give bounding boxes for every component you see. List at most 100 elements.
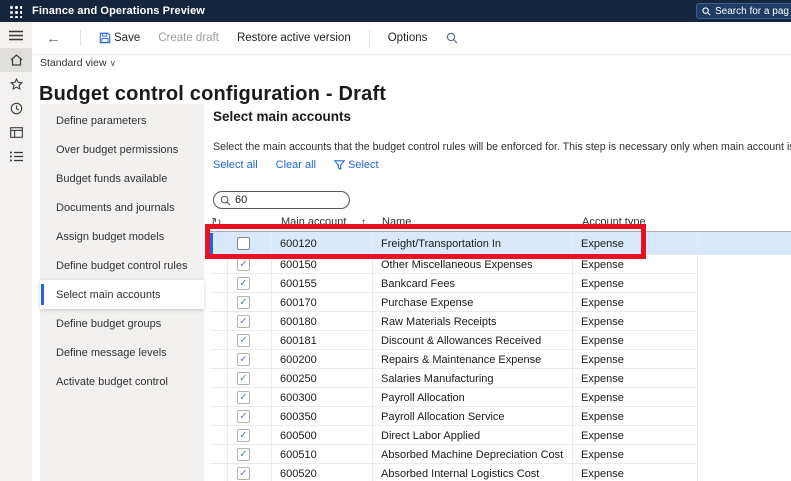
checkbox-checked[interactable]: ✓ [237,467,250,480]
back-button[interactable]: ← [46,31,61,46]
cell-name: Absorbed Machine Depreciation Cost [373,445,573,464]
search-icon [446,32,458,44]
select-filter-link[interactable]: Select [334,159,379,171]
sidebar-item-activate-budget-control[interactable]: Activate budget control [40,367,204,396]
app-window: Finance and Operations Preview Search fo… [0,0,791,481]
options-button[interactable]: Options [388,32,428,44]
row-checkbox-cell: ✓ [228,445,272,464]
save-button[interactable]: Save [99,32,140,44]
table-row[interactable]: ✓ 600300Payroll AllocationExpense [210,388,791,407]
table-row[interactable]: ✓600181Discount & Allowances ReceivedExp… [210,331,791,350]
sidebar-item-documents-and-journals[interactable]: Documents and journals [40,193,204,222]
checkbox-checked[interactable]: ✓ [237,315,250,328]
table-row[interactable]: ✓600180Raw Materials ReceiptsExpense [210,312,791,331]
sidebar-item-assign-budget-models[interactable]: Assign budget models [40,222,204,251]
workspaces-icon[interactable] [0,120,32,144]
table-row[interactable]: ✓ 600150Other Miscellaneous ExpensesExpen… [210,255,791,274]
row-checkbox-cell: ✓ [228,464,272,481]
row-indicator [210,274,228,293]
cell-main-account: 600170 [272,293,373,312]
checkbox-checked[interactable]: ✓ [237,410,250,423]
cell-main-account: 600150 [272,255,373,274]
nav-rail [0,22,32,481]
star-icon[interactable] [0,72,32,96]
table-row[interactable]: ✓600510Absorbed Machine Depreciation Cos… [210,445,791,464]
column-header-main-account[interactable]: Main account ↑ [273,216,374,228]
cell-main-account: 600350 [272,407,373,426]
app-launcher-icon[interactable] [9,5,22,18]
sidebar-item-define-parameters[interactable]: Define parameters [40,106,204,135]
select-filter-label: Select [348,159,379,171]
sidebar-item-define-budget-groups[interactable]: Define budget groups [40,309,204,338]
checkbox-checked[interactable]: ✓ [237,334,250,347]
cell-name: Purchase Expense [373,293,573,312]
sidebar-item-select-main-accounts[interactable]: Select main accounts [40,280,204,309]
table-row[interactable]: ✓ 600170Purchase ExpenseExpense [210,293,791,312]
table-row[interactable]: ✓600250Salaries ManufacturingExpense [210,369,791,388]
cell-main-account: 600181 [272,331,373,350]
select-all-link[interactable]: Select all [213,159,258,171]
column-header-account-type[interactable]: Account type [574,216,699,228]
home-icon[interactable] [0,48,32,72]
table-row[interactable]: ✓600520Absorbed Internal Logistics CostE… [210,464,791,481]
app-title: Finance and Operations Preview [32,5,205,17]
sidebar-item-budget-funds-available[interactable]: Budget funds available [40,164,204,193]
table-row[interactable]: ✓600350Payroll Allocation ServiceExpense [210,407,791,426]
view-selector-label: Standard view [40,57,107,69]
cell-name: Other Miscellaneous Expenses [373,255,573,274]
row-checkbox-cell: ✓ [228,274,272,293]
cell-main-account: 600200 [272,350,373,369]
grid-filter-input[interactable]: 60 [213,191,350,209]
sidebar-item-over-budget-permissions[interactable]: Over budget permissions [40,135,204,164]
checkbox-checked[interactable]: ✓ [237,296,250,309]
cell-main-account: 600180 [272,312,373,331]
row-indicator [210,445,228,464]
table-row[interactable]: 600120Freight/Transportation InExpense [210,232,791,255]
row-indicator [210,426,228,445]
view-selector[interactable]: Standard view ∨ [40,57,116,69]
checkbox-checked[interactable]: ✓ [237,372,250,385]
row-checkbox-cell: ✓ [228,255,272,274]
grid-action-links: Select all Clear all Select [213,159,397,171]
sidebar-item-define-message-levels[interactable]: Define message levels [40,338,204,367]
cell-main-account: 600300 [272,388,373,407]
column-header-label: Main account [281,216,346,228]
filter-icon [334,160,345,170]
table-row[interactable]: ✓600200Repairs & Maintenance ExpenseExpe… [210,350,791,369]
toolbar-search-button[interactable] [446,32,458,44]
cell-main-account: 600250 [272,369,373,388]
modules-list-icon[interactable] [0,144,32,168]
checkbox-checked[interactable]: ✓ [237,353,250,366]
checkbox-checked[interactable]: ✓ [237,391,250,404]
checkbox-unchecked[interactable] [237,237,250,250]
row-checkbox-cell: ✓ [228,350,272,369]
row-indicator [210,312,228,331]
table-row[interactable]: ✓600155Bankcard FeesExpense [210,274,791,293]
cell-account-type: Expense [573,426,698,445]
row-indicator [210,232,228,255]
table-row[interactable]: ✓600500Direct Labor AppliedExpense [210,426,791,445]
cell-name: Payroll Allocation [373,388,573,407]
section-title: Select main accounts [213,109,351,124]
global-search-box[interactable]: Search for a pag [696,3,791,19]
cell-name: Payroll Allocation Service [373,407,573,426]
refresh-icon[interactable]: ↻ [211,216,229,229]
create-draft-button: Create draft [158,32,219,44]
cell-name: Discount & Allowances Received [373,331,573,350]
row-checkbox-cell: ✓ [228,312,272,331]
recent-clock-icon[interactable] [0,96,32,120]
grid-header-row: ↻ Main account ↑ Name Account type [210,213,791,232]
hamburger-menu-icon[interactable] [0,22,32,48]
checkbox-checked[interactable]: ✓ [237,258,250,271]
cell-account-type: Expense [573,293,698,312]
cell-name: Absorbed Internal Logistics Cost [373,464,573,481]
cell-account-type: Expense [573,255,698,274]
sidebar-item-define-budget-control-rules[interactable]: Define budget control rules [40,251,204,280]
clear-all-link[interactable]: Clear all [276,159,316,171]
checkbox-checked[interactable]: ✓ [237,277,250,290]
restore-active-version-button[interactable]: Restore active version [237,32,351,44]
checkbox-checked[interactable]: ✓ [237,429,250,442]
cell-account-type: Expense [573,388,698,407]
column-header-name[interactable]: Name [374,216,574,228]
checkbox-checked[interactable]: ✓ [237,448,250,461]
